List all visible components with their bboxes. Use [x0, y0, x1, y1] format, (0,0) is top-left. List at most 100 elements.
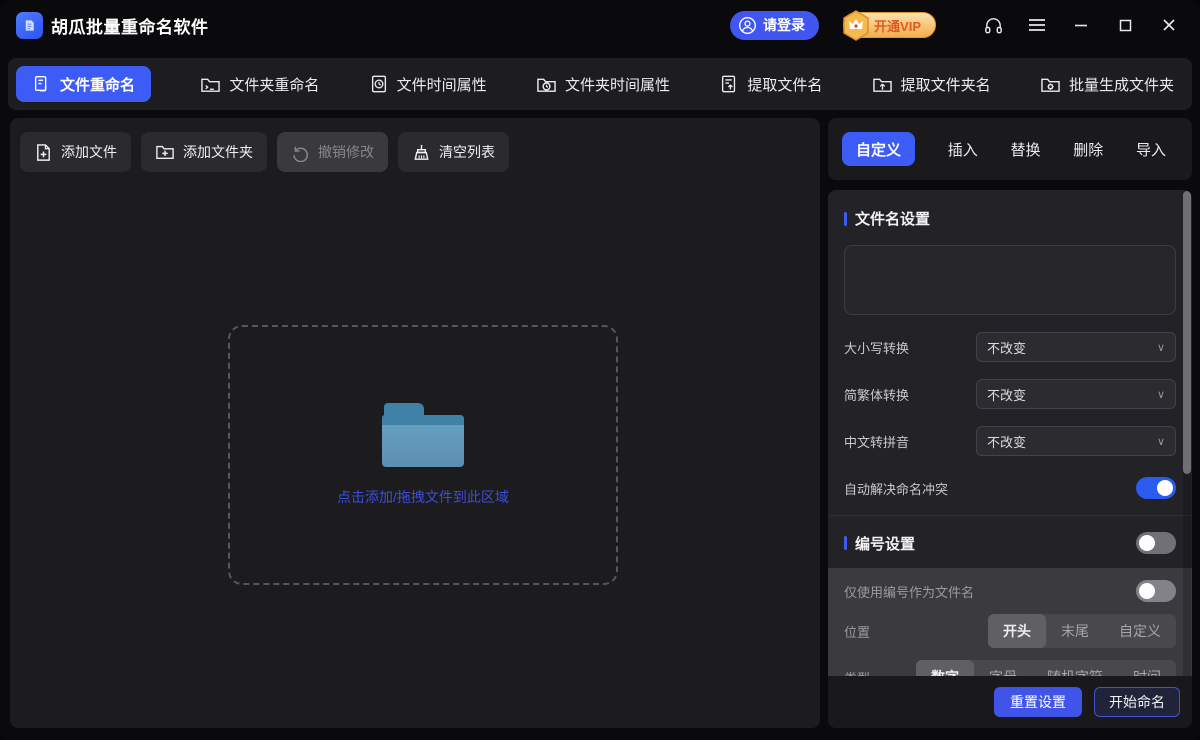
row-label: 仅使用编号作为文件名 [844, 582, 974, 601]
menu-icon[interactable] [1022, 10, 1052, 40]
file-rename-icon [32, 74, 52, 94]
login-button[interactable]: 请登录 [730, 11, 819, 40]
undo-icon [291, 143, 310, 162]
app-logo-icon [16, 12, 43, 39]
accent-bar [844, 536, 847, 550]
position-option-custom[interactable]: 自定义 [1104, 614, 1176, 648]
select-value: 不改变 [987, 385, 1026, 404]
row-label: 位置 [844, 622, 870, 641]
add-file-button[interactable]: 添加文件 [20, 132, 131, 172]
tab-folder-rename[interactable]: 文件夹重命名 [200, 74, 319, 95]
tab-label: 文件夹重命名 [229, 74, 319, 95]
auto-resolve-toggle[interactable] [1136, 477, 1176, 499]
folder-plus-icon [155, 143, 175, 161]
chevron-down-icon: ∨ [1157, 341, 1165, 354]
type-option-number[interactable]: 数字 [916, 660, 974, 676]
accent-bar [844, 212, 847, 226]
settings-panel: 文件名设置 大小写转换 不改变 ∨ 简繁体转换 不改变 ∨ 中文转拼音 [828, 190, 1192, 728]
folder-gear-icon [1040, 75, 1061, 94]
broom-icon [412, 143, 431, 162]
settings-scrollbar [1183, 190, 1191, 676]
tab-label: 提取文件夹名 [901, 74, 991, 95]
position-segmented-control: 开头 末尾 自定义 [988, 614, 1176, 648]
settings-tab-delete[interactable]: 删除 [1073, 139, 1103, 160]
titlebar: 胡瓜批量重命名软件 请登录 开通VIP [0, 0, 1200, 50]
app-window: 胡瓜批量重命名软件 请登录 开通VIP [0, 0, 1200, 740]
scrollbar-thumb[interactable] [1183, 191, 1191, 474]
vip-label: 开通VIP [874, 16, 921, 35]
folder-illustration-icon [382, 403, 464, 467]
simplified-traditional-row: 简繁体转换 不改变 ∨ [828, 379, 1192, 409]
file-toolbar: 添加文件 添加文件夹 撤销修改 清空列表 [10, 118, 820, 186]
tab-label: 文件时间属性 [397, 74, 487, 95]
button-label: 撤销修改 [318, 142, 374, 162]
start-rename-button[interactable]: 开始命名 [1094, 687, 1180, 717]
auto-resolve-row: 自动解决命名冲突 [828, 477, 1192, 499]
filename-section-header: 文件名设置 [828, 190, 1192, 229]
settings-tabbar: 自定义 插入 替换 删除 导入 [828, 118, 1192, 180]
tab-label: 提取文件名 [747, 74, 822, 95]
file-plus-icon [34, 143, 53, 162]
row-label: 简繁体转换 [844, 385, 909, 404]
button-label: 添加文件夹 [183, 142, 253, 162]
dropzone-hint: 点击添加/拖拽文件到此区域 [337, 487, 509, 507]
row-label: 中文转拼音 [844, 432, 909, 451]
crown-badge-icon [842, 10, 870, 41]
pinyin-convert-select[interactable]: 不改变 ∨ [976, 426, 1176, 456]
login-label: 请登录 [763, 15, 805, 35]
add-folder-button[interactable]: 添加文件夹 [141, 132, 267, 172]
settings-tab-custom[interactable]: 自定义 [842, 132, 915, 166]
numbering-toggle[interactable] [1136, 532, 1176, 554]
position-option-end[interactable]: 末尾 [1046, 614, 1104, 648]
type-segmented-control: 数字 字母 随机字符 时间 [916, 660, 1176, 676]
type-option-time[interactable]: 时间 [1118, 660, 1176, 676]
file-list-panel: 添加文件 添加文件夹 撤销修改 清空列表 点击添加/拖拽文件到此区域 [10, 118, 820, 728]
tab-label: 文件夹时间属性 [565, 74, 670, 95]
vip-button[interactable]: 开通VIP [843, 12, 936, 38]
section-title: 编号设置 [855, 533, 915, 554]
numbering-options-disabled: 仅使用编号作为文件名 位置 开头 末尾 自定义 类型 数字 字母 [828, 568, 1192, 676]
only-number-row: 仅使用编号作为文件名 [844, 580, 1176, 602]
settings-tab-insert[interactable]: 插入 [948, 139, 978, 160]
file-extract-icon [719, 74, 739, 94]
row-label: 类型 [844, 668, 870, 677]
folder-clock-icon [536, 75, 557, 94]
file-clock-icon [369, 74, 389, 94]
tab-file-time[interactable]: 文件时间属性 [369, 74, 487, 95]
titlebar-actions: 请登录 开通VIP [730, 10, 1184, 40]
settings-footer: 重置设置 开始命名 [828, 676, 1192, 728]
case-convert-row: 大小写转换 不改变 ∨ [828, 332, 1192, 362]
filename-input[interactable] [844, 245, 1176, 315]
type-row: 类型 数字 字母 随机字符 时间 [844, 660, 1176, 676]
select-value: 不改变 [987, 432, 1026, 451]
row-label: 自动解决命名冲突 [844, 479, 948, 498]
simplified-traditional-select[interactable]: 不改变 ∨ [976, 379, 1176, 409]
folder-extract-icon [872, 75, 893, 94]
maximize-button[interactable] [1110, 10, 1140, 40]
headphones-icon[interactable] [978, 10, 1008, 40]
undo-button[interactable]: 撤销修改 [277, 132, 388, 172]
section-title: 文件名设置 [855, 208, 930, 229]
window-controls [964, 10, 1184, 40]
settings-scroll-area: 文件名设置 大小写转换 不改变 ∨ 简繁体转换 不改变 ∨ 中文转拼音 [828, 190, 1192, 676]
only-number-toggle[interactable] [1136, 580, 1176, 602]
reset-settings-button[interactable]: 重置设置 [994, 687, 1082, 717]
tab-file-rename[interactable]: 文件重命名 [16, 66, 151, 102]
minimize-button[interactable] [1066, 10, 1096, 40]
type-option-letter[interactable]: 字母 [974, 660, 1032, 676]
chevron-down-icon: ∨ [1157, 435, 1165, 448]
close-button[interactable] [1154, 10, 1184, 40]
button-label: 清空列表 [439, 142, 495, 162]
tab-extract-filename[interactable]: 提取文件名 [719, 74, 822, 95]
tab-batch-create-folder[interactable]: 批量生成文件夹 [1040, 74, 1174, 95]
position-option-start[interactable]: 开头 [988, 614, 1046, 648]
case-convert-select[interactable]: 不改变 ∨ [976, 332, 1176, 362]
file-dropzone[interactable]: 点击添加/拖拽文件到此区域 [228, 325, 618, 585]
tab-extract-foldername[interactable]: 提取文件夹名 [872, 74, 991, 95]
settings-tab-import[interactable]: 导入 [1136, 139, 1166, 160]
app-title: 胡瓜批量重命名软件 [51, 13, 209, 38]
clear-list-button[interactable]: 清空列表 [398, 132, 509, 172]
settings-tab-replace[interactable]: 替换 [1010, 139, 1040, 160]
type-option-random[interactable]: 随机字符 [1032, 660, 1118, 676]
tab-folder-time[interactable]: 文件夹时间属性 [536, 74, 670, 95]
